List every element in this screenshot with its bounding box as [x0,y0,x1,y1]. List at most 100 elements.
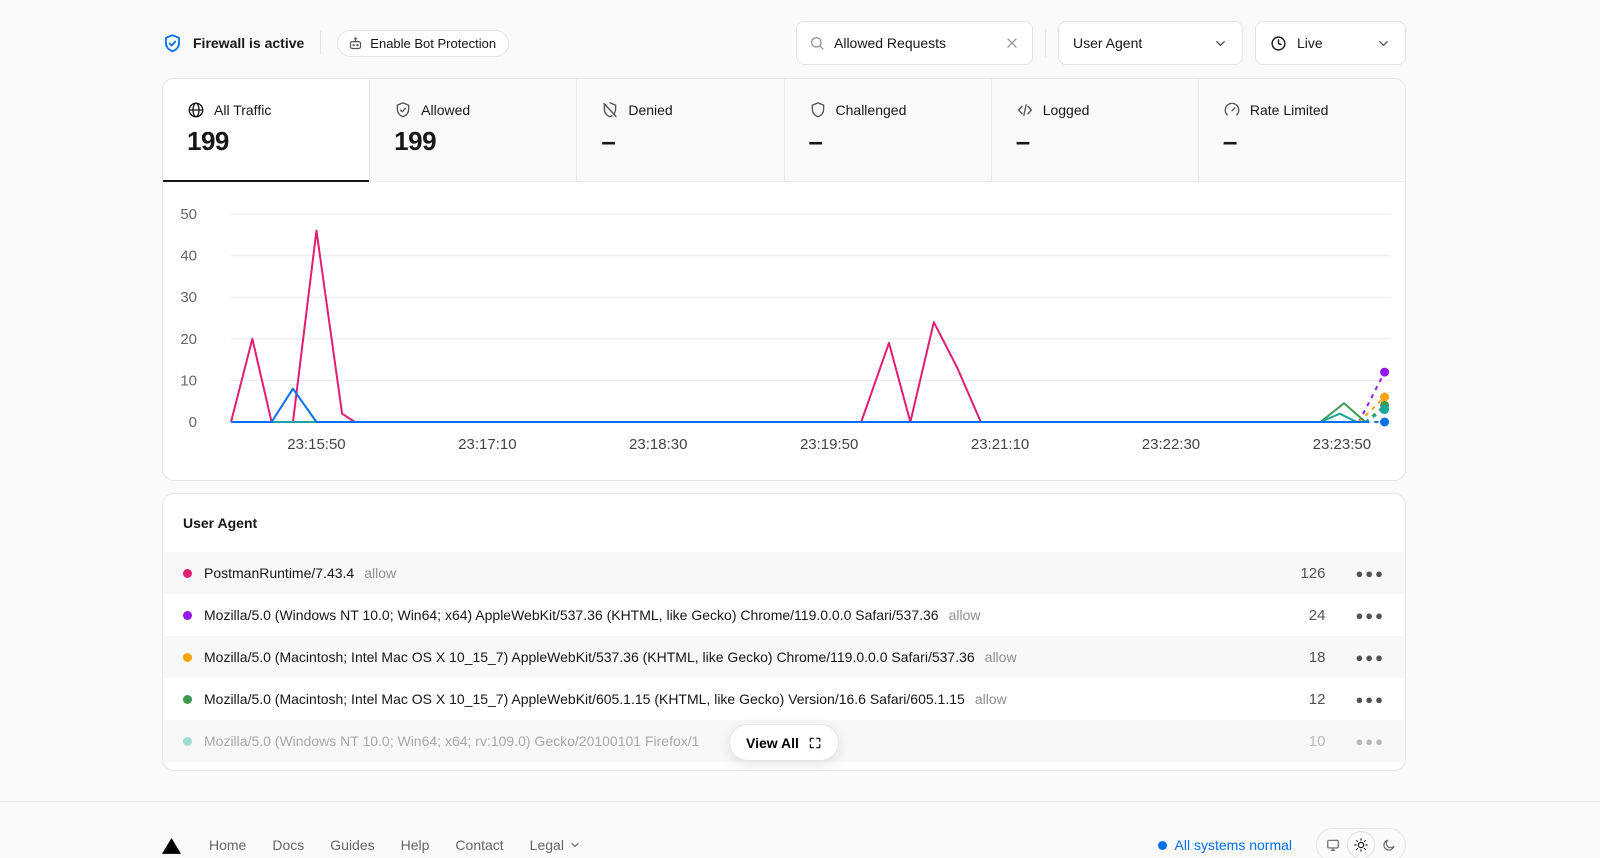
status-dot [1158,841,1167,850]
svg-text:23:21:10: 23:21:10 [971,436,1029,453]
series-color-dot [183,569,192,578]
request-count: 18 [1309,649,1326,666]
view-all-button[interactable]: View All [729,724,839,761]
traffic-line-chart: 0102030405023:15:5023:17:1023:18:3023:19… [163,182,1405,480]
user-agent-card: User Agent PostmanRuntime/7.43.4 allow 1… [162,493,1406,771]
top-bar: Firewall is active Enable Bot Protection… [162,21,1406,65]
row-menu-button[interactable]: ●●● [1355,609,1385,622]
search-icon [809,35,825,51]
user-agent-value: Mozilla/5.0 (Windows NT 10.0; Win64; x64… [204,607,939,623]
tab-rate-limited[interactable]: Rate Limited – [1199,79,1405,181]
row-menu-button[interactable]: ●●● [1355,735,1385,748]
clear-search-icon[interactable] [1004,35,1020,51]
user-agent-value: Mozilla/5.0 (Windows NT 10.0; Win64; x64… [204,733,699,749]
globe-icon [187,101,205,119]
theme-dark-button[interactable] [1375,831,1403,858]
chevron-down-icon [1376,36,1391,51]
traffic-chart: 0102030405023:15:5023:17:1023:18:3023:19… [163,182,1405,480]
shield-check-icon [162,33,183,54]
theme-system-button[interactable] [1319,831,1347,858]
tab-value: – [809,126,967,157]
tab-challenged[interactable]: Challenged – [785,79,992,181]
theme-light-button[interactable] [1347,831,1375,858]
metric-tabs: All Traffic 199 Allowed 199 Denied – [163,79,1405,182]
tab-value: – [1016,126,1174,157]
action-badge: allow [975,691,1007,707]
tab-label: Denied [628,102,672,118]
table-row[interactable]: Mozilla/5.0 (Macintosh; Intel Mac OS X 1… [163,678,1405,720]
tab-label: Rate Limited [1250,102,1329,118]
table-title: User Agent [163,494,1405,552]
user-agent-value: Mozilla/5.0 (Macintosh; Intel Mac OS X 1… [204,649,975,665]
svg-text:23:18:30: 23:18:30 [629,436,687,453]
tab-allowed[interactable]: Allowed 199 [370,79,577,181]
theme-switcher [1316,828,1406,858]
code-icon [1016,101,1034,119]
tab-value: 199 [187,126,345,157]
svg-text:23:23:50: 23:23:50 [1313,436,1371,453]
enable-bot-protection-button[interactable]: Enable Bot Protection [337,30,509,57]
svg-text:30: 30 [180,289,197,306]
action-badge: allow [985,649,1017,665]
footer-link-legal[interactable]: Legal [530,837,581,853]
footer-link-home[interactable]: Home [209,837,246,853]
firewall-status-label: Firewall is active [193,35,304,51]
tab-value: – [1223,126,1381,157]
tab-label: Challenged [836,102,907,118]
clock-icon [1270,35,1287,52]
chevron-down-icon [1213,36,1228,51]
table-row[interactable]: Mozilla/5.0 (Macintosh; Intel Mac OS X 1… [163,636,1405,678]
status-label: All systems normal [1175,837,1292,853]
vercel-logo[interactable] [162,837,181,854]
request-count: 12 [1309,691,1326,708]
sun-icon [1354,838,1368,852]
svg-text:40: 40 [180,248,197,265]
shield-off-icon [601,101,619,119]
footer-link-contact[interactable]: Contact [455,837,503,853]
request-count: 24 [1309,607,1326,624]
footer-link-help[interactable]: Help [401,837,430,853]
search-input[interactable] [834,35,995,51]
action-badge: allow [949,607,981,623]
user-agent-value: PostmanRuntime/7.43.4 [204,565,354,581]
request-count: 126 [1300,565,1325,582]
footer: Home Docs Guides Help Contact Legal All … [0,801,1600,858]
table-row[interactable]: Mozilla/5.0 (Windows NT 10.0; Win64; x64… [163,594,1405,636]
svg-text:23:17:10: 23:17:10 [458,436,516,453]
footer-links: Home Docs Guides Help Contact Legal [209,837,581,853]
user-agent-value: Mozilla/5.0 (Macintosh; Intel Mac OS X 1… [204,691,965,707]
system-status-link[interactable]: All systems normal [1158,837,1292,853]
tab-value: – [601,126,759,157]
footer-link-docs[interactable]: Docs [272,837,304,853]
request-count: 10 [1309,733,1326,750]
view-all-label: View All [746,735,799,751]
row-menu-button[interactable]: ●●● [1355,567,1385,580]
row-menu-button[interactable]: ●●● [1355,693,1385,706]
action-badge: allow [364,565,396,581]
search-filter-box[interactable] [796,21,1033,65]
tab-label: All Traffic [214,102,271,118]
chevron-down-icon [569,839,581,851]
svg-text:23:22:30: 23:22:30 [1142,436,1200,453]
gauge-icon [1223,101,1241,119]
tab-all-traffic[interactable]: All Traffic 199 [163,79,370,181]
table-row[interactable]: PostmanRuntime/7.43.4 allow 126 ●●● [163,552,1405,594]
svg-text:23:19:50: 23:19:50 [800,436,858,453]
shield-check-icon [394,101,412,119]
row-menu-button[interactable]: ●●● [1355,651,1385,664]
time-range-select[interactable]: Live [1255,21,1406,65]
tab-denied[interactable]: Denied – [577,79,784,181]
tab-label: Logged [1043,102,1090,118]
traffic-card: All Traffic 199 Allowed 199 Denied – [162,78,1406,481]
firewall-status: Firewall is active [162,33,304,54]
moon-icon [1382,838,1396,852]
footer-link-guides[interactable]: Guides [330,837,374,853]
series-color-dot [183,653,192,662]
divider [320,31,321,55]
group-by-select[interactable]: User Agent [1058,21,1243,65]
enable-bot-protection-label: Enable Bot Protection [370,36,496,51]
tab-logged[interactable]: Logged – [992,79,1199,181]
svg-text:50: 50 [180,206,197,223]
tab-label: Allowed [421,102,470,118]
svg-text:10: 10 [180,372,197,389]
